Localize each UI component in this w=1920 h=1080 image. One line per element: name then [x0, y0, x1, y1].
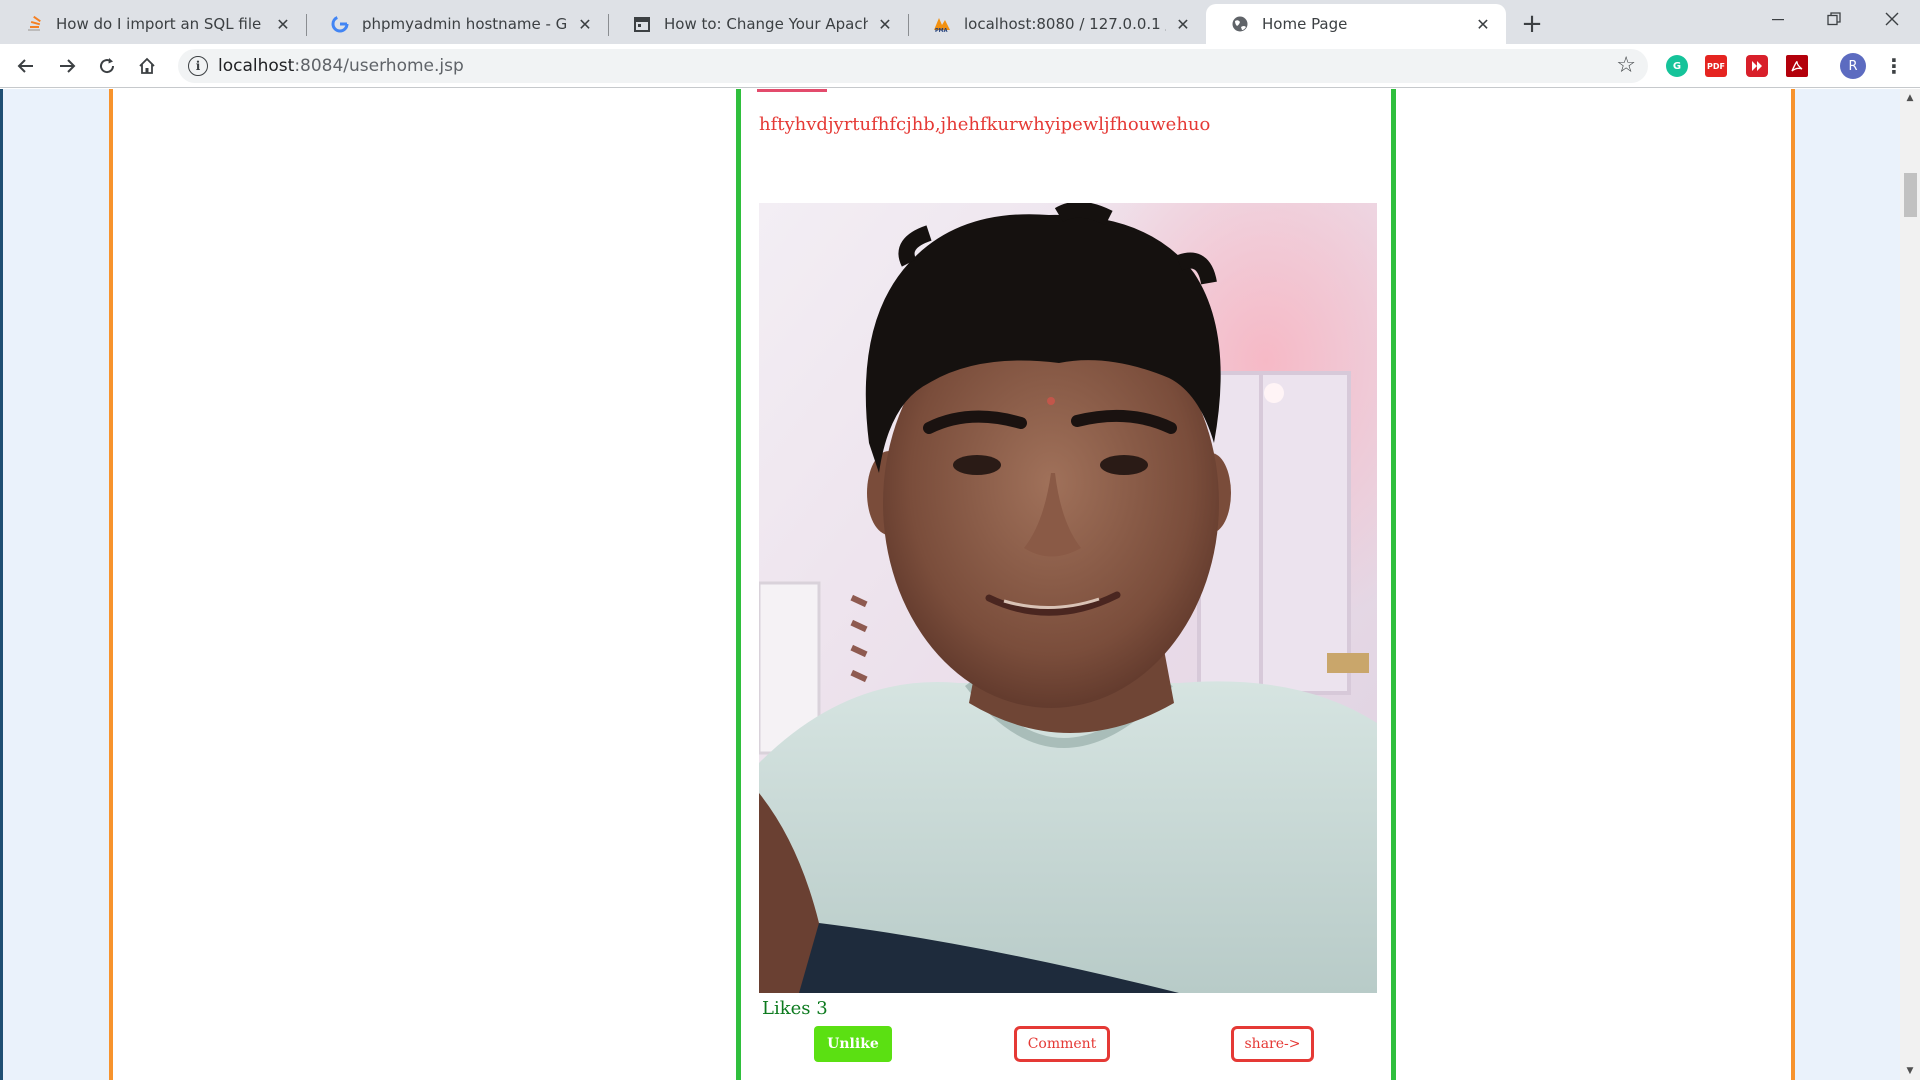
scrollbar-thumb[interactable] — [1904, 173, 1917, 217]
likes-count: Likes 3 — [762, 998, 828, 1019]
page-viewport: hftyhvdjyrtufhfcjhb,jhehfkurwhyipewljfho… — [0, 89, 1900, 1080]
post-text: hftyhvdjyrtufhfcjhb,jhehfkurwhyipewljfho… — [759, 114, 1211, 135]
url-host: localhost — [218, 56, 295, 76]
arrow-right-icon — [60, 59, 76, 73]
comment-button[interactable]: Comment — [1014, 1026, 1110, 1062]
tab-phpmyadmin-google[interactable]: phpmyadmin hostname - Google ✕ — [306, 4, 609, 44]
media-extension-icon[interactable] — [1746, 55, 1768, 77]
tab-title: phpmyadmin hostname - Google — [362, 15, 568, 33]
pdf-extension-icon[interactable]: PDF — [1705, 55, 1727, 77]
restore-button[interactable] — [1806, 0, 1862, 38]
globe-icon — [1230, 14, 1250, 34]
arrow-left-icon — [17, 59, 33, 73]
reload-button[interactable] — [91, 50, 123, 82]
reload-icon — [100, 58, 115, 74]
browser-menu-icon[interactable]: ⋮ — [1882, 52, 1906, 80]
back-button[interactable] — [10, 50, 42, 82]
google-icon — [330, 14, 350, 34]
close-icon[interactable]: ✕ — [1472, 13, 1494, 35]
unlike-button[interactable]: Unlike — [814, 1026, 892, 1062]
phpmyadmin-icon: PMA — [932, 14, 952, 34]
forward-button[interactable] — [51, 50, 83, 82]
post-photo — [759, 203, 1377, 993]
tab-strip: How do I import an SQL file using ✕ phpm… — [0, 0, 1920, 44]
share-button[interactable]: share-> — [1231, 1026, 1314, 1062]
url-path: :8084/userhome.jsp — [294, 56, 464, 76]
vertical-scrollbar[interactable]: ▲ ▼ — [1900, 89, 1920, 1080]
close-window-button[interactable] — [1864, 0, 1920, 38]
scroll-up-arrow-icon[interactable]: ▲ — [1900, 89, 1920, 107]
address-bar[interactable]: i localhost:8084/userhome.jsp ☆ — [178, 49, 1648, 83]
url-text[interactable]: localhost:8084/userhome.jsp — [218, 56, 464, 76]
browser-toolbar: i localhost:8084/userhome.jsp ☆ G PDF R … — [0, 44, 1920, 88]
new-tab-button[interactable]: + — [1516, 8, 1548, 40]
acrobat-icon[interactable] — [1786, 55, 1808, 77]
tab-title: Home Page — [1262, 15, 1348, 33]
calendar-icon — [632, 14, 652, 34]
svg-text:PMA: PMA — [935, 28, 948, 33]
close-icon[interactable]: ✕ — [272, 13, 294, 35]
info-icon[interactable]: i — [188, 56, 208, 76]
tab-title: How to: Change Your Apache List — [664, 15, 868, 33]
previous-post-remnant — [757, 89, 827, 92]
tab-localhost-phpmyadmin[interactable]: PMA localhost:8080 / 127.0.0.1 / rahul ✕ — [908, 4, 1206, 44]
close-icon[interactable]: ✕ — [1172, 13, 1194, 35]
tab-sql-import[interactable]: How do I import an SQL file using ✕ — [0, 4, 307, 44]
home-button[interactable] — [131, 50, 163, 82]
tab-home-page[interactable]: Home Page ✕ — [1206, 4, 1506, 44]
tab-title: localhost:8080 / 127.0.0.1 / rahul — [964, 15, 1166, 33]
profile-avatar[interactable]: R — [1840, 53, 1866, 79]
feed-column: hftyhvdjyrtufhfcjhb,jhehfkurwhyipewljfho… — [736, 89, 1396, 1080]
tab-title: How do I import an SQL file using — [56, 15, 266, 33]
bookmark-star-icon[interactable]: ☆ — [1616, 53, 1636, 78]
tab-apache-listen[interactable]: How to: Change Your Apache List ✕ — [608, 4, 909, 44]
minimize-button[interactable] — [1750, 0, 1806, 38]
stack-overflow-icon — [24, 14, 44, 34]
close-icon[interactable]: ✕ — [874, 13, 896, 35]
page-frame: hftyhvdjyrtufhfcjhb,jhehfkurwhyipewljfho… — [109, 89, 1795, 1080]
page-edge-strip — [0, 89, 3, 1080]
scroll-down-arrow-icon[interactable]: ▼ — [1900, 1062, 1920, 1080]
close-icon[interactable]: ✕ — [574, 13, 596, 35]
grammarly-icon[interactable]: G — [1666, 55, 1688, 77]
home-icon — [139, 57, 155, 74]
